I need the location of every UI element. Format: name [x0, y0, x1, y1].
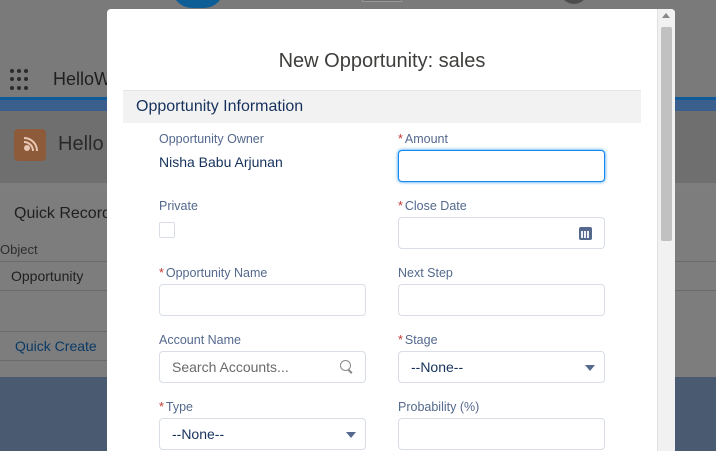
- app-title: HelloW: [53, 69, 112, 89]
- modal-title: New Opportunity: sales: [278, 50, 486, 72]
- close-date-field: * Close Date: [398, 199, 605, 249]
- new-opportunity-modal: New Opportunity: sales Opportunity Infor…: [107, 9, 675, 451]
- required-marker: *: [398, 199, 403, 213]
- next-step-input[interactable]: [398, 284, 605, 316]
- scroll-up-arrow-icon[interactable]: [662, 13, 670, 18]
- account-search-placeholder: Search Accounts...: [172, 359, 289, 375]
- amount-input[interactable]: [398, 150, 605, 182]
- probability-input[interactable]: [398, 418, 605, 450]
- app-launcher-icon: [10, 69, 32, 91]
- account-search-input[interactable]: Search Accounts...: [159, 351, 366, 383]
- private-checkbox[interactable]: [159, 222, 175, 238]
- object-column-label: Object: [0, 242, 38, 257]
- probability-field: Probability (%): [398, 400, 605, 450]
- stage-select[interactable]: --None--: [398, 351, 605, 383]
- chevron-down-icon: [585, 365, 595, 371]
- calendar-icon[interactable]: [579, 227, 592, 240]
- amount-field: * Amount: [398, 132, 605, 182]
- type-field: * Type --None--: [159, 400, 366, 450]
- required-marker: *: [398, 132, 403, 146]
- stage-field: * Stage --None--: [398, 333, 605, 383]
- page-title: Hello: [58, 133, 104, 155]
- owner-label: Opportunity Owner: [159, 132, 264, 146]
- required-marker: *: [159, 266, 164, 280]
- close-date-input[interactable]: [398, 217, 605, 249]
- account-name-field: Account Name Search Accounts...: [159, 333, 366, 383]
- owner-value: Nisha Babu Arjunan: [159, 154, 283, 170]
- owner-field: Opportunity Owner Nisha Babu Arjunan: [159, 132, 366, 170]
- next-step-field: Next Step: [398, 266, 605, 316]
- private-label: Private: [159, 199, 198, 213]
- object-icon: [14, 129, 46, 161]
- stage-selected-value: --None--: [411, 359, 464, 375]
- account-name-label: Account Name: [159, 333, 241, 347]
- opportunity-name-field: * Opportunity Name: [159, 266, 366, 316]
- required-marker: *: [398, 333, 403, 347]
- chevron-down-icon: [346, 432, 356, 438]
- type-label: Type: [165, 400, 193, 414]
- amount-label: Amount: [404, 132, 448, 146]
- quick-create-button: Quick Create: [0, 331, 108, 361]
- card-title: Quick Record: [14, 205, 111, 222]
- next-step-label: Next Step: [398, 266, 453, 280]
- opportunity-name-input[interactable]: [159, 284, 366, 316]
- required-marker: *: [159, 400, 164, 414]
- search-icon: [340, 360, 354, 374]
- type-select[interactable]: --None--: [159, 418, 366, 450]
- scroll-thumb[interactable]: [661, 27, 672, 241]
- opportunity-name-label: Opportunity Name: [165, 266, 268, 280]
- probability-label: Probability (%): [398, 400, 480, 414]
- section-header[interactable]: Opportunity Information: [123, 90, 641, 123]
- private-field: Private: [159, 199, 366, 238]
- header-control: [362, 0, 402, 2]
- stage-label: Stage: [404, 333, 438, 347]
- type-selected-value: --None--: [172, 426, 225, 442]
- object-value: Opportunity: [11, 268, 84, 284]
- close-date-label: Close Date: [404, 199, 467, 213]
- modal-scrollbar[interactable]: [657, 9, 675, 451]
